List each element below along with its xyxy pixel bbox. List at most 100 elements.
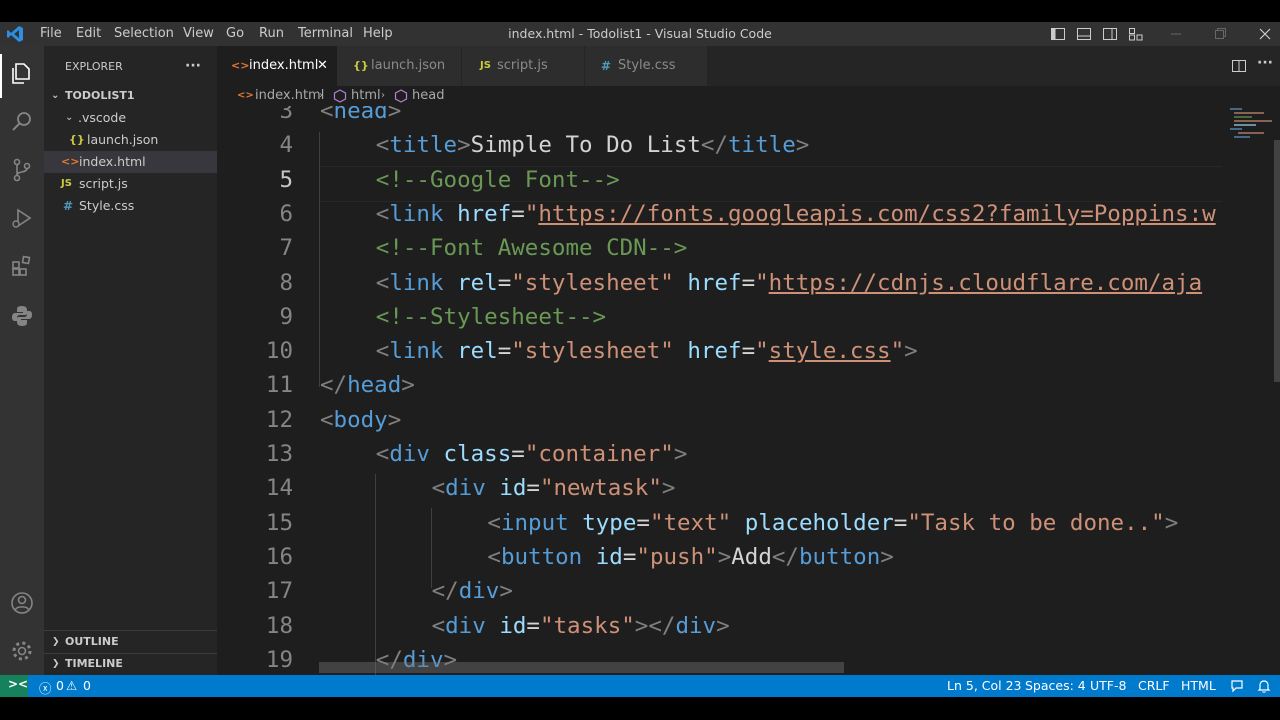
remote-indicator[interactable]: >< <box>0 675 28 697</box>
more-actions-icon[interactable]: ··· <box>1257 55 1273 71</box>
outline-label: OUTLINE <box>65 635 119 648</box>
activity-bar <box>0 46 44 675</box>
tab-launch-json[interactable]: {} launch.json <box>337 46 461 86</box>
notifications-bell-icon[interactable] <box>1256 678 1272 694</box>
run-debug-icon[interactable] <box>8 204 36 232</box>
code-token: = <box>893 509 908 536</box>
code-token: head <box>347 372 402 399</box>
code-token: class <box>443 441 512 467</box>
extensions-icon[interactable] <box>8 252 36 280</box>
code-token: > <box>1164 509 1179 536</box>
toggle-secondary-sidebar-icon[interactable] <box>1102 26 1118 42</box>
line-ending[interactable]: CRLF <box>1138 678 1170 693</box>
feedback-icon[interactable] <box>1229 678 1245 694</box>
title-bar: File Edit Selection View Go Run Terminal… <box>0 22 1280 46</box>
breadcrumb-item[interactable]: index.html <box>255 86 324 106</box>
code-token: < <box>487 543 501 570</box>
python-icon[interactable] <box>8 302 36 330</box>
customize-layout-icon[interactable] <box>1128 26 1144 42</box>
code-line[interactable]: <!--Google Font--> <box>376 167 620 193</box>
chevron-right-icon: ❯ <box>52 659 60 669</box>
code-token: > <box>387 406 402 433</box>
close-tab-icon[interactable]: ✕ <box>317 46 328 86</box>
tree-item-style-css[interactable]: # Style.css <box>44 195 217 217</box>
close-window-icon[interactable] <box>1257 26 1273 42</box>
search-icon[interactable] <box>8 108 36 136</box>
code-token: = <box>741 269 756 296</box>
minimize-icon[interactable] <box>1168 26 1184 42</box>
active-indicator <box>0 54 2 98</box>
code-editor[interactable]: 3 <head> 4 <title>Simple To Do List</title>… <box>217 106 1222 675</box>
remote-icon: >< <box>8 677 29 691</box>
source-control-icon[interactable] <box>8 156 36 184</box>
tab-label: Style.css <box>618 58 676 73</box>
code-line[interactable]: <!--Stylesheet--> <box>376 304 606 330</box>
folder-todolist1[interactable]: ⌄ TODOLIST1 <box>44 85 217 107</box>
code-line[interactable]: <button id="push">Add</button> <box>487 544 893 570</box>
restore-icon[interactable] <box>1212 26 1228 42</box>
code-token: " <box>524 200 539 227</box>
element-icon <box>333 89 347 103</box>
explorer-icon[interactable] <box>8 59 36 87</box>
code-line[interactable]: <link rel="stylesheet" href="style.css"> <box>376 338 918 364</box>
indent-guide <box>319 132 320 387</box>
chevron-right-icon: › <box>381 90 385 101</box>
settings-gear-icon[interactable] <box>8 637 36 665</box>
code-line[interactable]: <link rel="stylesheet" href="https://cdn… <box>376 270 1202 296</box>
code-token: > <box>661 475 676 502</box>
tab-index-html[interactable]: <> index.html ✕ <box>217 46 337 86</box>
outline-section[interactable]: ❯ OUTLINE <box>44 631 217 653</box>
split-editor-icon[interactable] <box>1231 58 1247 74</box>
code-token: ></ <box>634 612 676 639</box>
code-token: = <box>526 612 540 639</box>
code-token: <!--Font Awesome CDN--> <box>375 235 688 262</box>
code-token: id <box>499 612 527 639</box>
horizontal-scrollbar[interactable] <box>319 662 844 673</box>
vertical-scrollbar[interactable] <box>1274 140 1280 382</box>
code-token: body <box>333 406 388 433</box>
timeline-section[interactable]: ❯ TIMELINE <box>44 653 217 675</box>
code-line[interactable]: <input type="text" placeholder="Task to … <box>487 510 1178 536</box>
encoding[interactable]: UTF-8 <box>1090 678 1126 693</box>
account-icon[interactable] <box>8 589 36 617</box>
cursor-position[interactable]: Ln 5, Col 23 <box>947 678 1022 693</box>
toggle-sidebar-icon[interactable] <box>1050 26 1066 42</box>
code-line[interactable]: <div class="container"> <box>376 441 688 467</box>
code-token: "push" <box>636 543 718 570</box>
json-file-icon: {} <box>353 59 369 72</box>
code-line[interactable]: </head> <box>320 372 415 398</box>
editor-tabs: <> index.html ✕ {} launch.json JS script… <box>217 46 1280 86</box>
toggle-panel-icon[interactable] <box>1076 26 1092 42</box>
code-token: link <box>389 338 444 365</box>
indentation[interactable]: Spaces: 4 <box>1025 678 1086 693</box>
tree-item-index-html[interactable]: <> index.html <box>44 151 217 173</box>
line-number: 13 <box>265 441 293 467</box>
code-line[interactable]: <head> <box>320 106 401 124</box>
tree-item-launch-json[interactable]: {} launch.json <box>44 129 217 151</box>
code-line[interactable]: <body> <box>320 407 401 433</box>
tree-item-script-js[interactable]: JS script.js <box>44 173 217 195</box>
language-mode[interactable]: HTML <box>1181 678 1216 693</box>
code-line[interactable]: </div> <box>432 578 513 604</box>
tab-style-css[interactable]: # Style.css <box>585 46 707 86</box>
minimap[interactable] <box>1228 106 1274 146</box>
code-line[interactable]: <title>Simple To Do List</title> <box>376 132 810 158</box>
code-line[interactable]: <div id="tasks"></div> <box>432 613 730 639</box>
code-token: Add <box>731 543 772 570</box>
code-line[interactable]: <div id="newtask"> <box>432 475 676 501</box>
code-token: > <box>673 441 688 467</box>
warning-icon[interactable]: ⚠ <box>66 678 77 693</box>
tab-script-js[interactable]: JS script.js <box>462 46 584 86</box>
breadcrumb-item[interactable]: html <box>351 86 381 106</box>
breadcrumb-item[interactable]: head <box>412 86 444 106</box>
code-line[interactable]: <!--Font Awesome CDN--> <box>376 235 688 261</box>
code-line[interactable]: <link href="https://fonts.googleapis.com… <box>376 201 1216 227</box>
more-actions-icon[interactable]: ··· <box>185 55 205 77</box>
folder-label: TODOLIST1 <box>65 89 135 102</box>
tree-item-vscode[interactable]: ⌄ .vscode <box>44 107 217 129</box>
error-icon[interactable]: ⓧ <box>39 678 52 697</box>
